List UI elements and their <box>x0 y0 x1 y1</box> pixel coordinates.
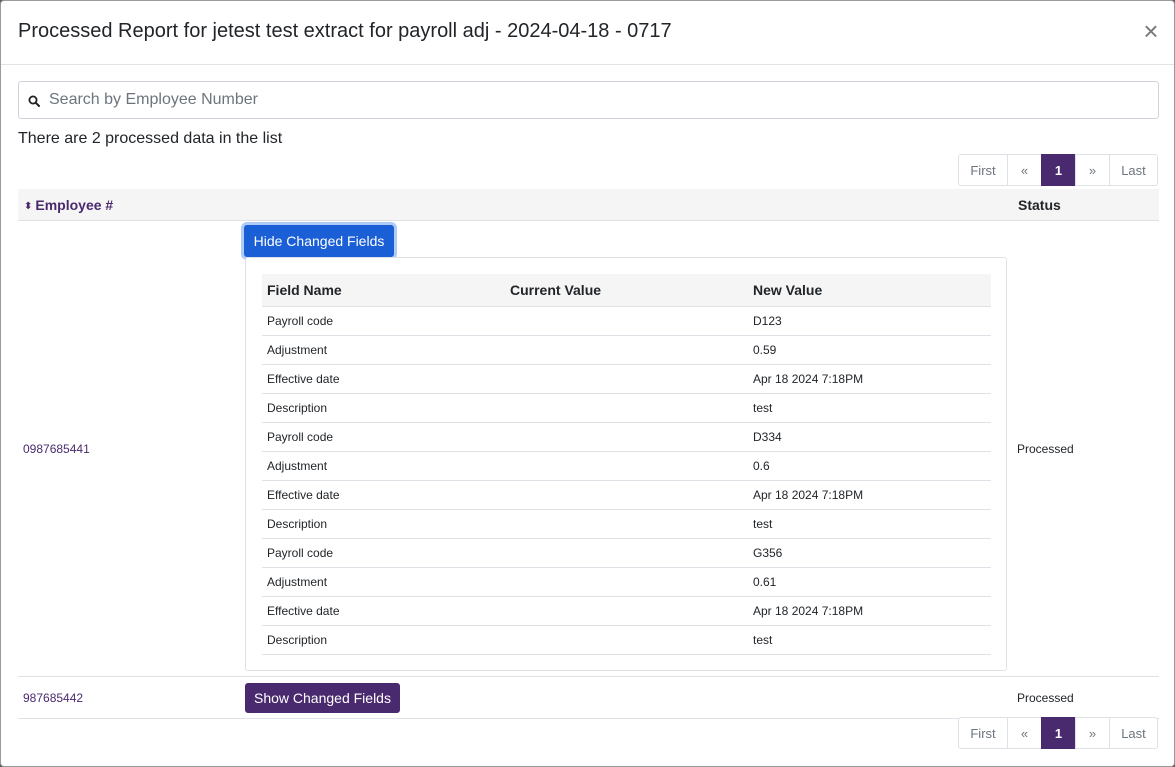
current-value <box>505 509 748 539</box>
record-count-text: There are 2 processed data in the list <box>18 130 283 147</box>
field-name: Adjustment <box>262 567 505 597</box>
modal-header: Processed Report for jetest test extract… <box>1 1 1174 65</box>
employee-header-label: Employee # <box>35 197 114 213</box>
new-value: D123 <box>748 306 991 336</box>
changed-fields-table: Field Name Current Value New Value Payro… <box>262 274 991 655</box>
new-value: G356 <box>748 538 991 568</box>
field-row: Adjustment 0.59 <box>262 335 991 365</box>
processed-report-modal: Processed Report for jetest test extract… <box>0 0 1175 767</box>
new-value: test <box>748 509 991 539</box>
field-row: Payroll code G356 <box>262 538 991 568</box>
current-value <box>505 538 748 568</box>
field-row: Payroll code D123 <box>262 306 991 336</box>
pagination-prev[interactable]: « <box>1007 717 1042 749</box>
current-value-header: Current Value <box>505 274 748 307</box>
field-row: Adjustment 0.61 <box>262 567 991 597</box>
changed-fields-body: Payroll code D123 Adjustment 0.59 Effectiv… <box>262 306 991 655</box>
pagination-next[interactable]: » <box>1075 717 1110 749</box>
new-value-header: New Value <box>748 274 991 307</box>
new-value: 0.59 <box>748 335 991 365</box>
field-name: Adjustment <box>262 335 505 365</box>
current-value <box>505 451 748 481</box>
new-value: 0.61 <box>748 567 991 597</box>
field-row: Effective date Apr 18 2024 7:18PM <box>262 364 991 394</box>
pagination-page-1[interactable]: 1 <box>1041 717 1076 749</box>
field-name: Payroll code <box>262 306 505 336</box>
employee-number-link[interactable]: 0987685441 <box>23 442 90 456</box>
field-row: Effective date Apr 18 2024 7:18PM <box>262 596 991 626</box>
current-value <box>505 596 748 626</box>
pagination-last[interactable]: Last <box>1109 717 1158 749</box>
sort-icon: ⬍ <box>24 201 33 212</box>
field-name: Effective date <box>262 480 505 510</box>
current-value <box>505 306 748 336</box>
pagination-top: First « 1 » Last <box>958 154 1158 186</box>
current-value <box>505 422 748 452</box>
current-value <box>505 625 748 655</box>
field-name-header: Field Name <box>262 274 505 307</box>
field-row: Effective date Apr 18 2024 7:18PM <box>262 480 991 510</box>
table-row: Hide Changed Fields 0987685441 Field Nam… <box>18 221 1159 677</box>
field-name: Payroll code <box>262 538 505 568</box>
field-name: Payroll code <box>262 422 505 452</box>
field-row: Adjustment 0.6 <box>262 451 991 481</box>
status-cell: Processed <box>1017 691 1074 705</box>
show-changed-fields-button[interactable]: Show Changed Fields <box>245 683 400 713</box>
table-header: ⬍ Employee # Status <box>18 189 1159 221</box>
new-value: test <box>748 393 991 423</box>
current-value <box>505 480 748 510</box>
new-value: Apr 18 2024 7:18PM <box>748 480 991 510</box>
field-name: Description <box>262 393 505 423</box>
field-name: Adjustment <box>262 451 505 481</box>
field-name: Description <box>262 509 505 539</box>
search-box[interactable] <box>18 81 1159 119</box>
field-name: Effective date <box>262 364 505 394</box>
new-value: Apr 18 2024 7:18PM <box>748 364 991 394</box>
current-value <box>505 335 748 365</box>
field-row: Payroll code D334 <box>262 422 991 452</box>
pagination-first[interactable]: First <box>958 717 1008 749</box>
pagination-last[interactable]: Last <box>1109 154 1158 186</box>
field-row: Description test <box>262 509 991 539</box>
modal-title: Processed Report for jetest test extract… <box>18 20 672 42</box>
pagination-first[interactable]: First <box>958 154 1008 186</box>
new-value: Apr 18 2024 7:18PM <box>748 596 991 626</box>
pagination-bottom: First « 1 » Last <box>958 717 1158 749</box>
field-name: Description <box>262 625 505 655</box>
table-row: 987685442 Show Changed Fields Processed <box>18 677 1159 719</box>
field-row: Description test <box>262 393 991 423</box>
changed-fields-panel: Field Name Current Value New Value Payro… <box>245 257 1007 671</box>
close-icon[interactable]: × <box>1142 18 1160 44</box>
new-value: 0.6 <box>748 451 991 481</box>
new-value: D334 <box>748 422 991 452</box>
pagination-next[interactable]: » <box>1075 154 1110 186</box>
current-value <box>505 567 748 597</box>
field-row: Description test <box>262 625 991 655</box>
status-cell: Processed <box>1017 442 1074 456</box>
current-value <box>505 393 748 423</box>
new-value: test <box>748 625 991 655</box>
current-value <box>505 364 748 394</box>
employee-number-link[interactable]: 987685442 <box>23 691 83 705</box>
search-input[interactable] <box>49 82 1149 118</box>
search-icon <box>28 95 40 107</box>
employee-column-header[interactable]: ⬍ Employee # <box>24 197 113 213</box>
status-column-header: Status <box>1018 197 1061 213</box>
pagination-prev[interactable]: « <box>1007 154 1042 186</box>
field-name: Effective date <box>262 596 505 626</box>
hide-changed-fields-button[interactable]: Hide Changed Fields <box>244 225 394 257</box>
pagination-page-1[interactable]: 1 <box>1041 154 1076 186</box>
